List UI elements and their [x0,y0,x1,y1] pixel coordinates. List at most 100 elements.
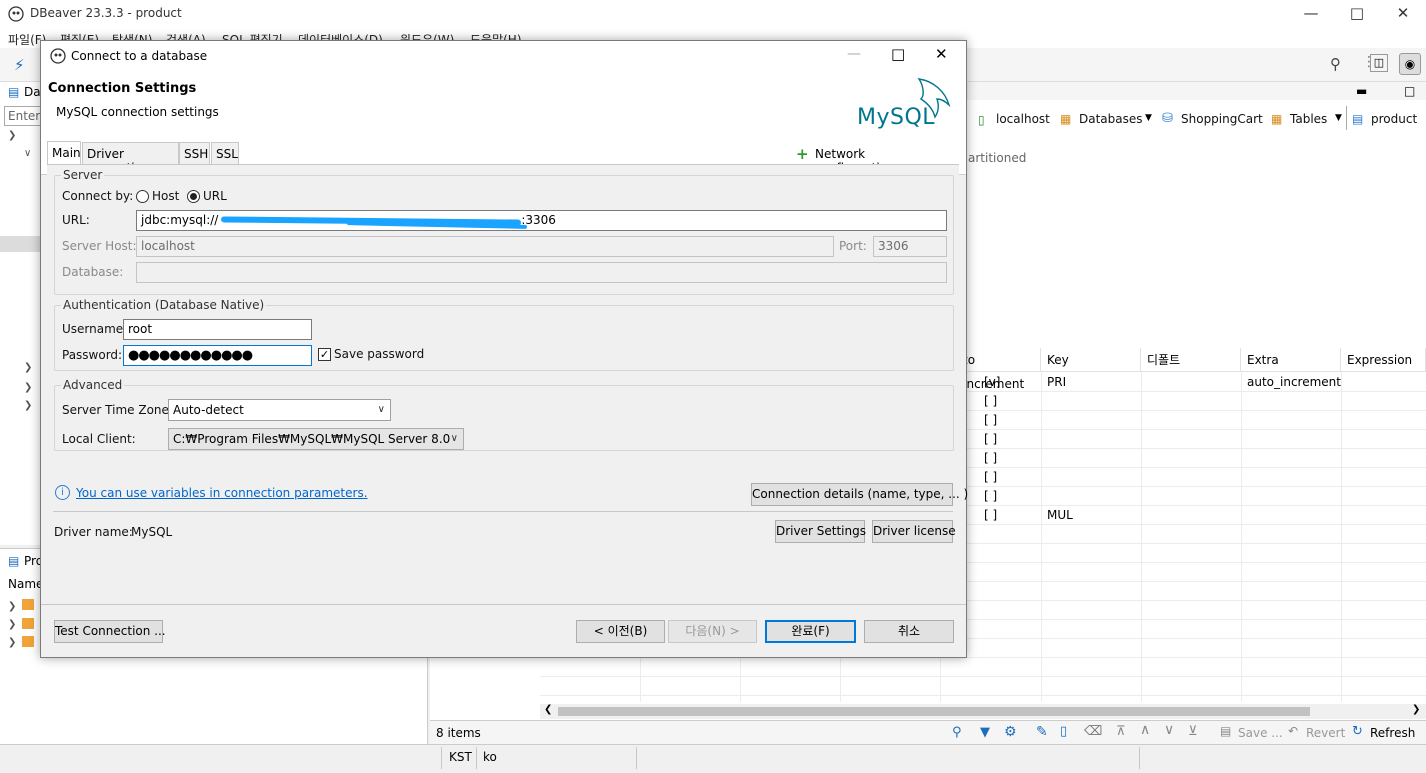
grid-cell-autoinc[interactable]: [ ] [978,449,997,468]
test-connection-button[interactable]: Test Connection ... [54,620,166,643]
chevron-down-icon: ∨ [450,433,458,444]
variables-help-link[interactable]: You can use variables in connection para… [76,486,368,500]
driver-license-button[interactable]: Driver license [872,520,956,543]
grid-cell-autoinc[interactable]: [ ] [978,487,997,506]
move-top-icon[interactable]: ⊼ [1116,724,1126,739]
password-input[interactable]: ●●●●●●●●●●●● [123,345,312,366]
scroll-right-icon[interactable]: ❯ [1412,704,1420,715]
project-name-column: Name [8,577,44,591]
grid-cell-autoinc[interactable]: [ ] [978,392,997,411]
breadcrumb-tables[interactable]: Tables [1290,112,1327,126]
folder-icon [22,599,34,610]
save-password-checkbox[interactable]: ✓ [318,348,331,361]
tab-driver-properties[interactable]: Driver properties [82,142,179,175]
tab-main[interactable]: Main [47,141,81,165]
save-icon[interactable]: ▤ [1220,724,1231,738]
grid-cell-key[interactable]: MUL [1041,506,1073,525]
grid-header-default[interactable]: 디폴트 [1141,348,1241,372]
settings-icon[interactable]: ⚙ [1004,724,1017,740]
host-radio-label[interactable]: Host [152,189,179,203]
server-timezone-select[interactable]: Auto-detect ∨ [168,399,391,421]
search-icon[interactable]: ⚲ [1330,55,1341,73]
new-connection-icon[interactable]: ⚡ [14,56,25,74]
advanced-group-label: Advanced [61,378,125,392]
add-row-icon[interactable]: ▯ [1060,724,1067,739]
move-down-icon[interactable]: ∨ [1164,722,1174,738]
filter-icon[interactable]: ▼ [980,725,990,740]
tree-selection-row[interactable] [0,236,40,252]
save-button[interactable]: Save ... [1238,726,1283,740]
local-client-select[interactable]: C:₩Program Files₩MySQL₩MySQL Server 8.0 … [168,428,464,450]
grid-cell-autoinc[interactable]: [ ] [978,430,997,449]
next-button[interactable]: 다음(N) > [668,620,757,643]
grid-header-key[interactable]: Key [1041,348,1141,372]
tab-ssl[interactable]: SSL [211,142,239,164]
dialog-minimize-button[interactable]: — [847,46,861,62]
dropdown-arrow-icon[interactable]: ▼ [1335,113,1342,123]
port-input[interactable]: 3306 [873,236,947,257]
breadcrumb-shoppingcart[interactable]: ShoppingCart [1181,112,1263,126]
save-password-label[interactable]: Save password [334,347,424,361]
tree-collapsed-icon[interactable]: ❯ [8,619,16,630]
grid-cell-autoinc[interactable]: [ ] [978,411,997,430]
add-icon[interactable]: + [796,145,809,163]
move-bottom-icon[interactable]: ⊻ [1188,724,1198,739]
dialog-close-button[interactable]: ✕ [935,45,948,63]
refresh-icon[interactable]: ↻ [1352,724,1363,739]
scroll-left-icon[interactable]: ❮ [544,704,552,715]
tree-expand-icon[interactable]: ❯ [8,130,16,141]
grid-cell-extra[interactable]: auto_increment [1241,373,1341,392]
grid-header-extra[interactable]: Extra [1241,348,1341,372]
back-button[interactable]: < 이전(B) [576,620,665,643]
finish-button[interactable]: 완료(F) [765,620,856,643]
revert-icon[interactable]: ↶ [1288,724,1298,738]
horizontal-scrollbar[interactable]: ❮ ❯ [540,704,1426,719]
refresh-button[interactable]: Refresh [1370,726,1415,740]
username-input[interactable]: root [123,319,312,340]
partitioned-label: artitioned [968,151,1027,165]
connection-details-button[interactable]: Connection details (name, type, ... ) [751,483,968,506]
host-radio[interactable] [136,190,149,203]
server-host-label: Server Host: [62,239,137,253]
breadcrumb-localhost[interactable]: localhost [996,112,1050,126]
maximize-button[interactable]: □ [1334,0,1380,28]
revert-button[interactable]: Revert [1306,726,1345,740]
beaver-perspective-icon[interactable]: ◉ [1399,53,1421,75]
dialog-maximize-button[interactable]: □ [891,45,905,63]
dropdown-arrow-icon[interactable]: ▼ [1145,113,1152,123]
tree-collapsed-icon[interactable]: ❯ [24,382,32,393]
grid-header-expression[interactable]: Expression [1341,348,1426,372]
minimize-view-icon[interactable]: ▬ [1356,84,1367,98]
breadcrumb-databases[interactable]: Databases [1079,112,1143,126]
delete-icon[interactable]: ⌫ [1084,724,1102,739]
grid-header-autoincrement[interactable]: to Increment [957,348,1041,391]
tree-collapsed-icon[interactable]: ❯ [8,637,16,648]
grid-cell-autoinc[interactable]: [ ] [978,468,997,487]
url-radio[interactable] [187,190,200,203]
auth-group-label: Authentication (Database Native) [61,298,267,312]
tree-collapsed-icon[interactable]: ❯ [24,400,32,411]
tab-ssh[interactable]: SSH [179,142,210,164]
grid-cell-autoinc[interactable]: [v] [978,373,1000,392]
breadcrumb-product[interactable]: product [1371,112,1417,126]
move-up-icon[interactable]: ∧ [1140,722,1150,738]
locale-status: ko [483,750,497,764]
driver-settings-button[interactable]: Driver Settings [775,520,866,543]
cancel-button[interactable]: 취소 [864,620,954,643]
edit-icon[interactable]: ✎ [1036,724,1048,740]
search-icon[interactable]: ⚲ [952,725,962,740]
close-window-button[interactable]: ✕ [1380,0,1426,28]
database-label: Database: [62,265,124,279]
server-host-input[interactable]: localhost [136,236,834,257]
tree-expanded-icon[interactable]: ∨ [24,148,31,159]
maximize-view-icon[interactable]: □ [1404,84,1415,98]
perspective-icon[interactable]: ◫ [1370,54,1388,72]
url-radio-label[interactable]: URL [203,189,227,203]
grid-cell-key[interactable]: PRI [1041,373,1066,392]
tree-collapsed-icon[interactable]: ❯ [8,601,16,612]
tree-collapsed-icon[interactable]: ❯ [24,362,32,373]
database-input[interactable] [136,262,947,283]
scrollbar-thumb[interactable] [558,707,1310,716]
grid-cell-autoinc[interactable]: [ ] [978,506,997,525]
minimize-button[interactable]: — [1288,0,1334,28]
